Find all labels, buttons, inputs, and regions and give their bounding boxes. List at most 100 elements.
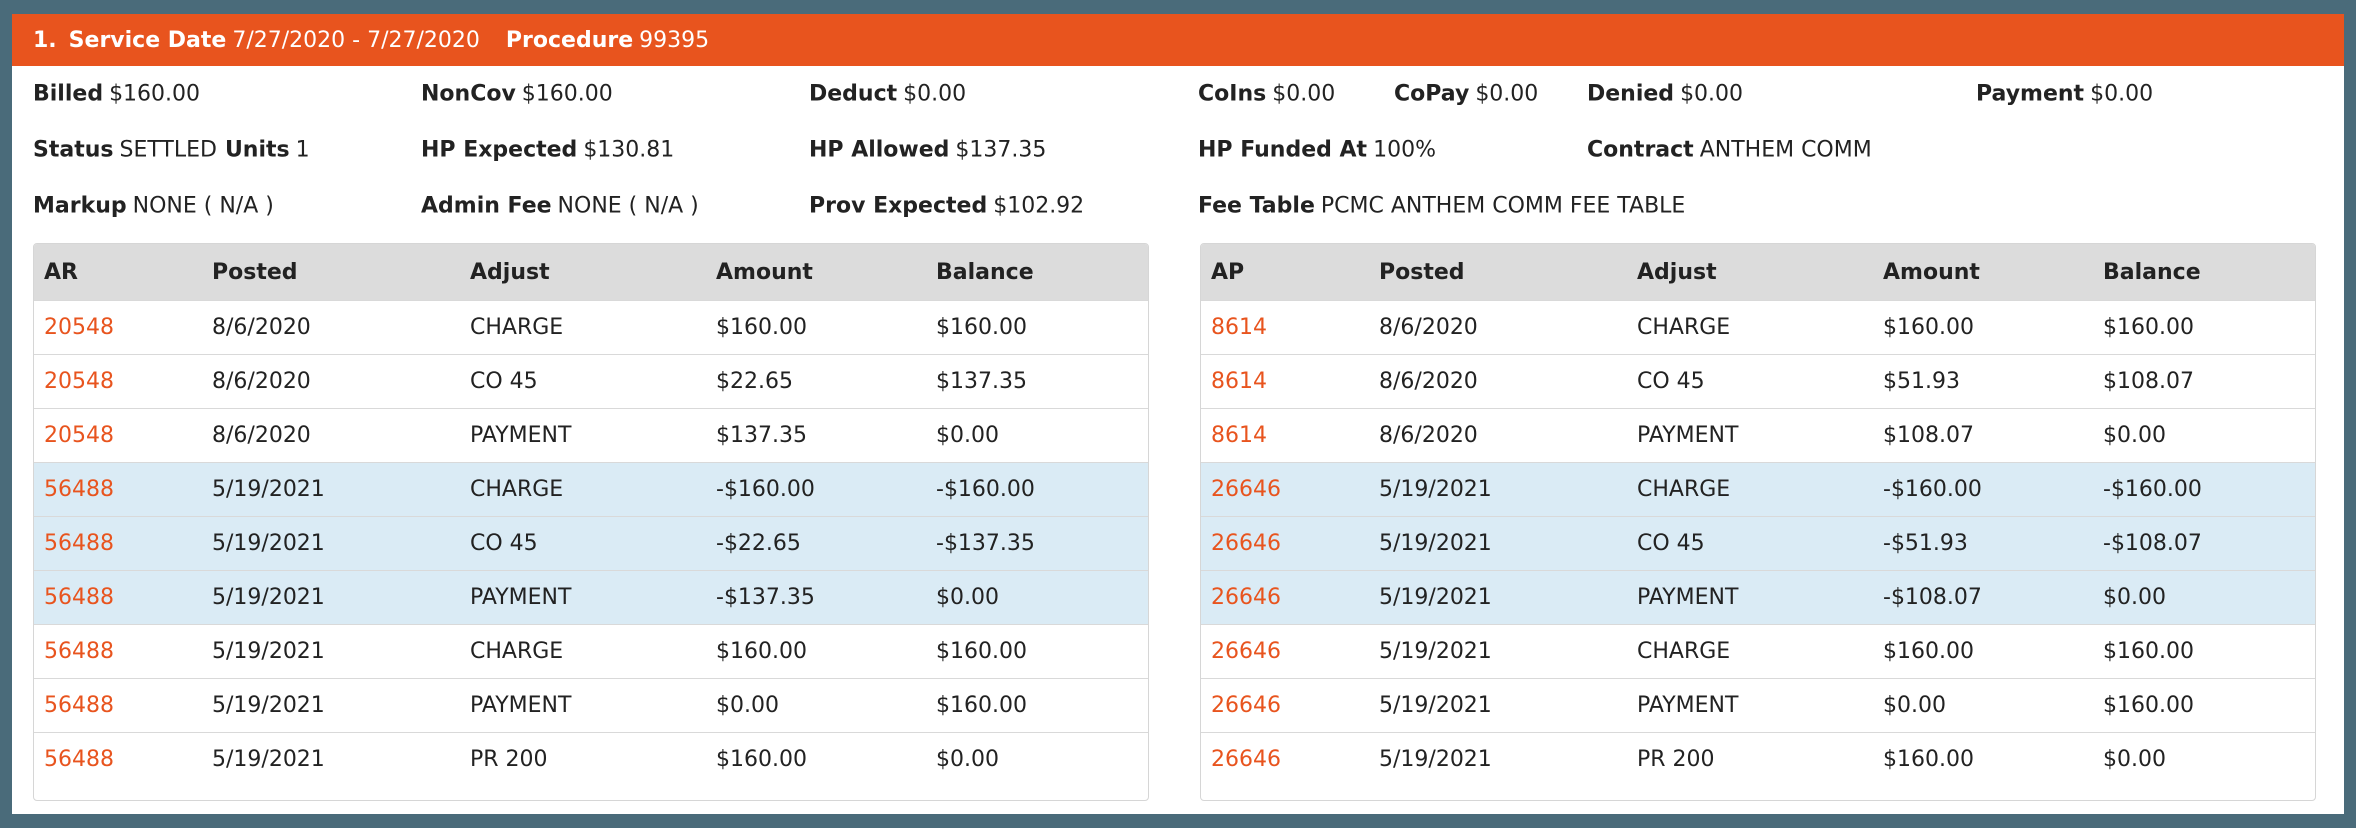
ap-table-body: 8614 8/6/2020 CHARGE $160.00 $160.00 8614 8/6/… bbox=[1201, 300, 2315, 786]
admin-fee-field: Admin Fee NONE ( N/A ) bbox=[421, 193, 699, 219]
ar-number-link[interactable]: 56488 bbox=[34, 516, 202, 571]
ap-number-link[interactable]: 26646 bbox=[1201, 516, 1369, 571]
adjust-cell: PR 200 bbox=[460, 732, 706, 786]
adjust-cell: CHARGE bbox=[1627, 300, 1873, 355]
adjust-cell: PAYMENT bbox=[1627, 678, 1873, 733]
hp-funded-at-field: HP Funded At 100% bbox=[1198, 137, 1436, 163]
table-row: 56488 5/19/2021 PAYMENT $0.00 $160.00 bbox=[34, 678, 1148, 733]
table-row: 26646 5/19/2021 CO 45 -$51.93 -$108.07 bbox=[1201, 516, 2315, 571]
posted-cell: 8/6/2020 bbox=[202, 354, 460, 409]
table-row: 56488 5/19/2021 CO 45 -$22.65 -$137.35 bbox=[34, 516, 1148, 571]
ar-number-link[interactable]: 20548 bbox=[34, 408, 202, 463]
procedure-value: 99395 bbox=[639, 27, 710, 53]
ar-number-link[interactable]: 20548 bbox=[34, 354, 202, 409]
ar-table-body: 20548 8/6/2020 CHARGE $160.00 $160.00 20548 8/… bbox=[34, 300, 1148, 786]
service-line-card: 1. Service Date 7/27/2020 - 7/27/2020 Pr… bbox=[12, 14, 2344, 814]
ar-number-link[interactable]: 56488 bbox=[34, 678, 202, 733]
adjust-col-header: Adjust bbox=[1627, 244, 1873, 301]
amount-cell: -$160.00 bbox=[1873, 462, 2093, 517]
ap-number-link[interactable]: 26646 bbox=[1201, 732, 1369, 786]
contract-field: Contract ANTHEM COMM bbox=[1587, 137, 1872, 163]
adjust-cell: PAYMENT bbox=[1627, 570, 1873, 625]
balance-cell: -$108.07 bbox=[2093, 516, 2315, 571]
balance-cell: $0.00 bbox=[2093, 732, 2315, 786]
ap-number-link[interactable]: 8614 bbox=[1201, 354, 1369, 409]
procedure-label: Procedure bbox=[505, 27, 634, 53]
posted-cell: 5/19/2021 bbox=[1369, 678, 1627, 733]
adjust-cell: CO 45 bbox=[460, 516, 706, 571]
balance-cell: -$160.00 bbox=[2093, 462, 2315, 517]
ar-table: AR Posted Adjust Amount Balance 20548 8/6… bbox=[33, 243, 1149, 801]
coins-field: CoIns $0.00 bbox=[1198, 81, 1336, 107]
table-row: 26646 5/19/2021 PAYMENT -$108.07 $0.00 bbox=[1201, 570, 2315, 625]
table-row: 8614 8/6/2020 CHARGE $160.00 $160.00 bbox=[1201, 300, 2315, 355]
balance-cell: $108.07 bbox=[2093, 354, 2315, 409]
amount-cell: $108.07 bbox=[1873, 408, 2093, 463]
adjust-cell: PAYMENT bbox=[1627, 408, 1873, 463]
balance-cell: $0.00 bbox=[926, 408, 1148, 463]
ap-number-link[interactable]: 26646 bbox=[1201, 624, 1369, 679]
units-value: 1 bbox=[295, 137, 310, 163]
amount-cell: -$22.65 bbox=[706, 516, 926, 571]
service-date-label: Service Date bbox=[68, 27, 227, 53]
amount-cell: $160.00 bbox=[706, 732, 926, 786]
amount-cell: -$137.35 bbox=[706, 570, 926, 625]
ap-number-link[interactable]: 26646 bbox=[1201, 462, 1369, 517]
ap-table: AP Posted Adjust Amount Balance 8614 8/6/… bbox=[1200, 243, 2316, 801]
posted-cell: 5/19/2021 bbox=[1369, 516, 1627, 571]
adjust-cell: CO 45 bbox=[460, 354, 706, 409]
ar-number-link[interactable]: 56488 bbox=[34, 462, 202, 517]
table-row: 20548 8/6/2020 CHARGE $160.00 $160.00 bbox=[34, 300, 1148, 355]
posted-cell: 8/6/2020 bbox=[1369, 408, 1627, 463]
ar-number-link[interactable]: 56488 bbox=[34, 624, 202, 679]
balance-cell: $160.00 bbox=[926, 624, 1148, 679]
table-row: 26646 5/19/2021 PAYMENT $0.00 $160.00 bbox=[1201, 678, 2315, 733]
balance-col-header: Balance bbox=[926, 244, 1148, 301]
deduct-field: Deduct $0.00 bbox=[809, 81, 967, 107]
markup-field: Markup NONE ( N/A ) bbox=[33, 193, 274, 219]
adjust-cell: CO 45 bbox=[1627, 354, 1873, 409]
amount-cell: -$160.00 bbox=[706, 462, 926, 517]
table-row: 26646 5/19/2021 CHARGE $160.00 $160.00 bbox=[1201, 624, 2315, 679]
posted-cell: 8/6/2020 bbox=[202, 300, 460, 355]
amount-cell: -$108.07 bbox=[1873, 570, 2093, 625]
posted-cell: 5/19/2021 bbox=[1369, 732, 1627, 786]
amount-cell: $0.00 bbox=[706, 678, 926, 733]
amount-cell: $160.00 bbox=[706, 624, 926, 679]
ar-number-link[interactable]: 56488 bbox=[34, 570, 202, 625]
fee-table-field: Fee Table PCMC ANTHEM COMM FEE TABLE bbox=[1198, 193, 1686, 219]
ap-number-link[interactable]: 8614 bbox=[1201, 300, 1369, 355]
balance-cell: $0.00 bbox=[926, 570, 1148, 625]
table-row: 20548 8/6/2020 CO 45 $22.65 $137.35 bbox=[34, 354, 1148, 409]
table-row: 26646 5/19/2021 CHARGE -$160.00 -$160.00 bbox=[1201, 462, 2315, 517]
amount-cell: $160.00 bbox=[706, 300, 926, 355]
amount-col-header: Amount bbox=[706, 244, 926, 301]
ar-number-link[interactable]: 20548 bbox=[34, 300, 202, 355]
balance-col-header: Balance bbox=[2093, 244, 2315, 301]
posted-cell: 5/19/2021 bbox=[202, 624, 460, 679]
balance-cell: $0.00 bbox=[2093, 408, 2315, 463]
status-field: Status SETTLED Units 1 bbox=[33, 137, 310, 163]
billed-field: Billed $160.00 bbox=[33, 81, 201, 107]
claim-summary-fields: Billed $160.00 NonCov $160.00 Deduct $0.00 … bbox=[12, 66, 2344, 241]
posted-cell: 5/19/2021 bbox=[202, 570, 460, 625]
posted-col-header: Posted bbox=[202, 244, 460, 301]
adjust-cell: CHARGE bbox=[1627, 624, 1873, 679]
balance-cell: $0.00 bbox=[926, 732, 1148, 786]
ap-number-link[interactable]: 8614 bbox=[1201, 408, 1369, 463]
hp-expected-field: HP Expected $130.81 bbox=[421, 137, 675, 163]
balance-cell: $160.00 bbox=[2093, 624, 2315, 679]
amount-cell: -$51.93 bbox=[1873, 516, 2093, 571]
ar-table-header-row: AR Posted Adjust Amount Balance bbox=[34, 244, 1148, 301]
posted-cell: 8/6/2020 bbox=[202, 408, 460, 463]
table-row: 56488 5/19/2021 PAYMENT -$137.35 $0.00 bbox=[34, 570, 1148, 625]
adjust-cell: PR 200 bbox=[1627, 732, 1873, 786]
ap-col-header: AP bbox=[1201, 244, 1369, 301]
adjust-cell: PAYMENT bbox=[460, 408, 706, 463]
posted-cell: 5/19/2021 bbox=[202, 732, 460, 786]
ap-number-link[interactable]: 26646 bbox=[1201, 678, 1369, 733]
ap-number-link[interactable]: 26646 bbox=[1201, 570, 1369, 625]
amount-cell: $160.00 bbox=[1873, 624, 2093, 679]
ar-number-link[interactable]: 56488 bbox=[34, 732, 202, 786]
noncov-field: NonCov $160.00 bbox=[421, 81, 613, 107]
